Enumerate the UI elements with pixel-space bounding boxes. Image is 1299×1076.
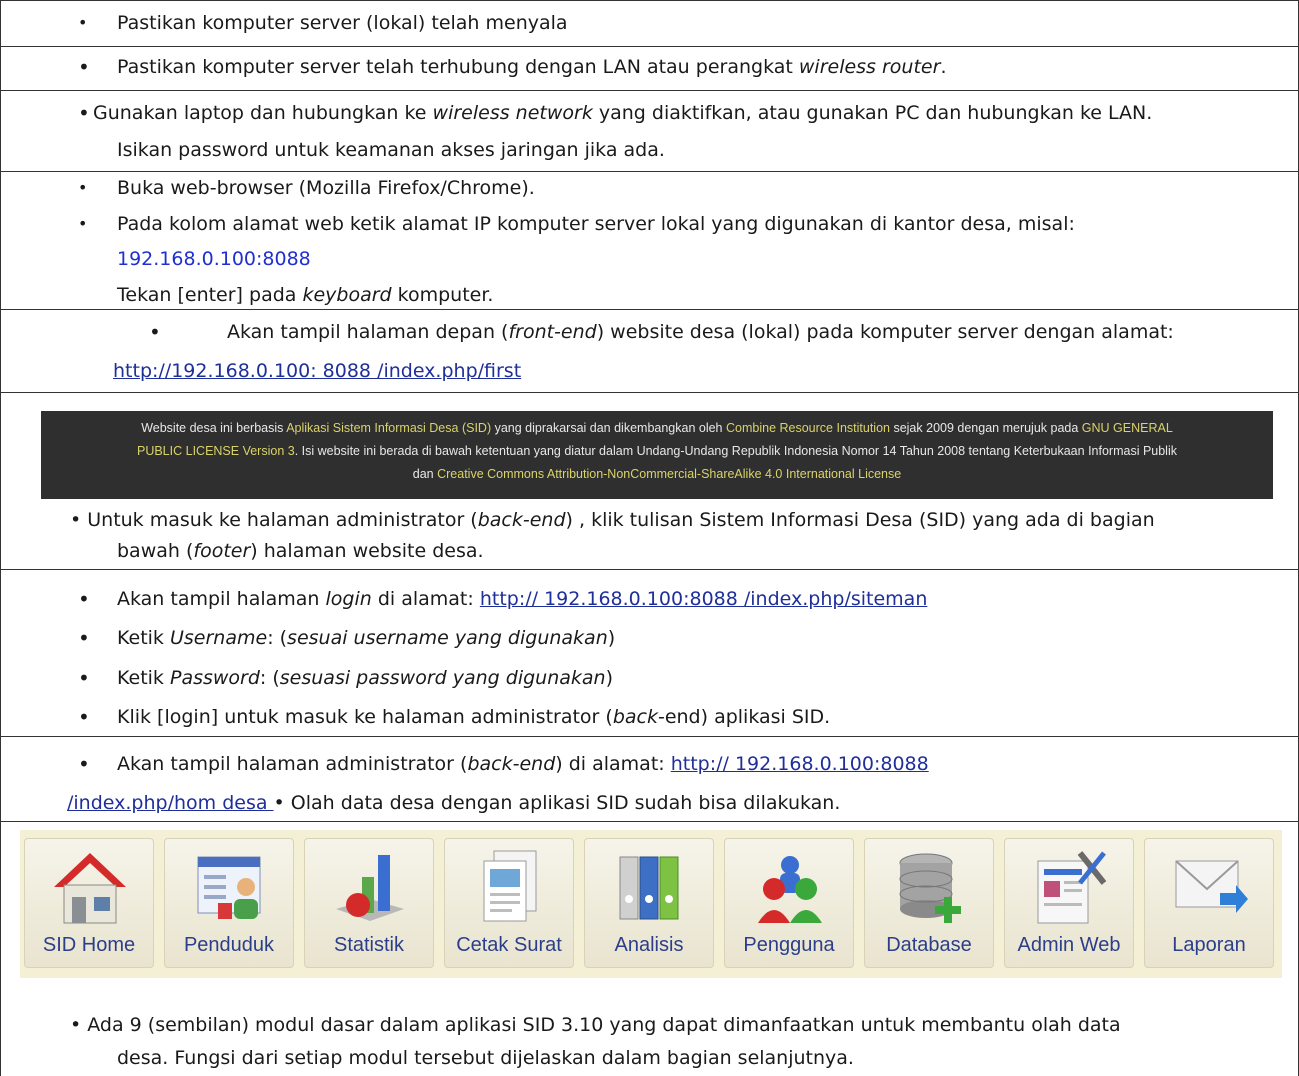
step-text: Akan tampil halaman login di alamat: htt… (117, 588, 928, 610)
web-admin-icon (1037, 851, 1107, 924)
sid-footer-link[interactable]: Aplikasi Sistem Informasi Desa (SID) (286, 421, 491, 435)
database-add-icon (899, 853, 961, 923)
footer-line-3: dan Creative Commons Attribution-NonComm… (412, 467, 902, 481)
bullet: • (78, 752, 90, 776)
bullet: • (78, 214, 88, 233)
users-icon (758, 856, 822, 923)
step-text: /index.php/hom desa • Olah data desa den… (67, 792, 841, 814)
document-page: • Pastikan komputer server (lokal) telah… (0, 0, 1299, 1076)
front-end-url-link[interactable]: http://192.168.0.100: 8088 /index.php/fi… (113, 359, 521, 383)
envelope-send-icon (1175, 860, 1248, 913)
step-text: Akan tampil halaman administrator (back-… (117, 753, 929, 775)
step-text: Gunakan laptop dan hubungkan ke wireless… (93, 102, 1153, 124)
login-url-link[interactable]: http:// 192.168.0.100:8088 /index.php/si… (480, 588, 928, 610)
closing-text: desa. Fungsi dari setiap modul tersebut … (117, 1047, 854, 1069)
bullet: • (78, 13, 88, 32)
step-text: Pada kolom alamat web ketik alamat IP ko… (117, 213, 1075, 235)
module-label: Statistik (333, 934, 405, 956)
house-icon (54, 853, 126, 924)
module-label: Penduduk (183, 934, 275, 956)
module-admin-web[interactable]: Admin Web (1004, 838, 1134, 968)
bullet: • (78, 705, 90, 729)
admin-url-link-continued[interactable]: /index.php/hom desa (67, 792, 274, 814)
step-row-2: • Pastikan komputer server telah terhubu… (1, 46, 1298, 91)
module-database[interactable]: Database (864, 838, 994, 968)
module-label: Analisis (614, 934, 684, 956)
bullet: • (78, 55, 90, 79)
module-statistik[interactable]: Statistik (304, 838, 434, 968)
module-cetak-surat[interactable]: Cetak Surat (444, 838, 574, 968)
statistics-chart-icon (336, 855, 404, 921)
module-label: Pengguna (743, 934, 835, 956)
bullet: • (149, 320, 161, 344)
step-row-4: • Buka web-browser (Mozilla Firefox/Chro… (1, 172, 1298, 310)
admin-url-link[interactable]: http:// 192.168.0.100:8088 (671, 753, 929, 775)
module-penduduk[interactable]: Penduduk (164, 838, 294, 968)
ip-address-example: 192.168.0.100:8088 (117, 248, 311, 270)
step-text: bawah (footer) halaman website desa. (117, 540, 484, 562)
step-text: Pastikan komputer server (lokal) telah m… (117, 12, 568, 34)
sid-module-toolbar: SID Home Penduduk Statistik Cetak Surat … (20, 830, 1282, 978)
step-row-8: • Akan tampil halaman administrator (bac… (1, 737, 1298, 822)
module-analisis[interactable]: Analisis (584, 838, 714, 968)
step-text: Buka web-browser (Mozilla Firefox/Chrome… (117, 177, 535, 199)
closing-text: • Ada 9 (sembilan) modul dasar dalam apl… (70, 1014, 1121, 1036)
module-label: Database (886, 934, 972, 956)
module-pengguna[interactable]: Pengguna (724, 838, 854, 968)
step-text: Pastikan komputer server telah terhubung… (117, 56, 947, 78)
step-text: Ketik Username: (sesuai username yang di… (117, 627, 616, 649)
step-text: • Untuk masuk ke halaman administrator (… (70, 509, 1155, 531)
step-text: Tekan [enter] pada keyboard komputer. (117, 284, 494, 306)
module-label: Admin Web (1017, 934, 1121, 956)
bullet: • (78, 101, 90, 125)
bullet: • (78, 587, 90, 611)
step-text: Ketik Password: (sesuasi password yang d… (117, 667, 614, 689)
step-row-1: • Pastikan komputer server (lokal) telah… (1, 0, 1298, 47)
step-row-7: • Akan tampil halaman login di alamat: h… (1, 570, 1298, 737)
website-footer-banner: Website desa ini berbasis Aplikasi Siste… (41, 411, 1273, 499)
binders-icon (619, 856, 679, 920)
module-laporan[interactable]: Laporan (1144, 838, 1274, 968)
module-label: SID Home (42, 934, 136, 956)
module-sid-home[interactable]: SID Home (24, 838, 154, 968)
step-row-3: • Gunakan laptop dan hubungkan ke wirele… (1, 91, 1298, 172)
bullet: • (78, 626, 90, 650)
print-letter-icon (483, 850, 537, 922)
step-row-6: Website desa ini berbasis Aplikasi Siste… (1, 393, 1298, 570)
module-label: Cetak Surat (456, 934, 562, 956)
step-row-5: • Akan tampil halaman depan (front-end) … (1, 310, 1298, 393)
footer-line-2: PUBLIC LICENSE Version 3. Isi website in… (136, 444, 1177, 458)
module-label: Laporan (1172, 934, 1246, 956)
step-text: Klik [login] untuk masuk ke halaman admi… (117, 706, 831, 728)
step-text: Isikan password untuk keamanan akses jar… (117, 139, 665, 161)
resident-card-icon (197, 856, 261, 919)
footer-line-1: Website desa ini berbasis Aplikasi Siste… (141, 421, 1173, 435)
bullet: • (78, 666, 90, 690)
bullet: • (78, 178, 88, 197)
step-text: Akan tampil halaman depan (front-end) we… (227, 321, 1174, 343)
